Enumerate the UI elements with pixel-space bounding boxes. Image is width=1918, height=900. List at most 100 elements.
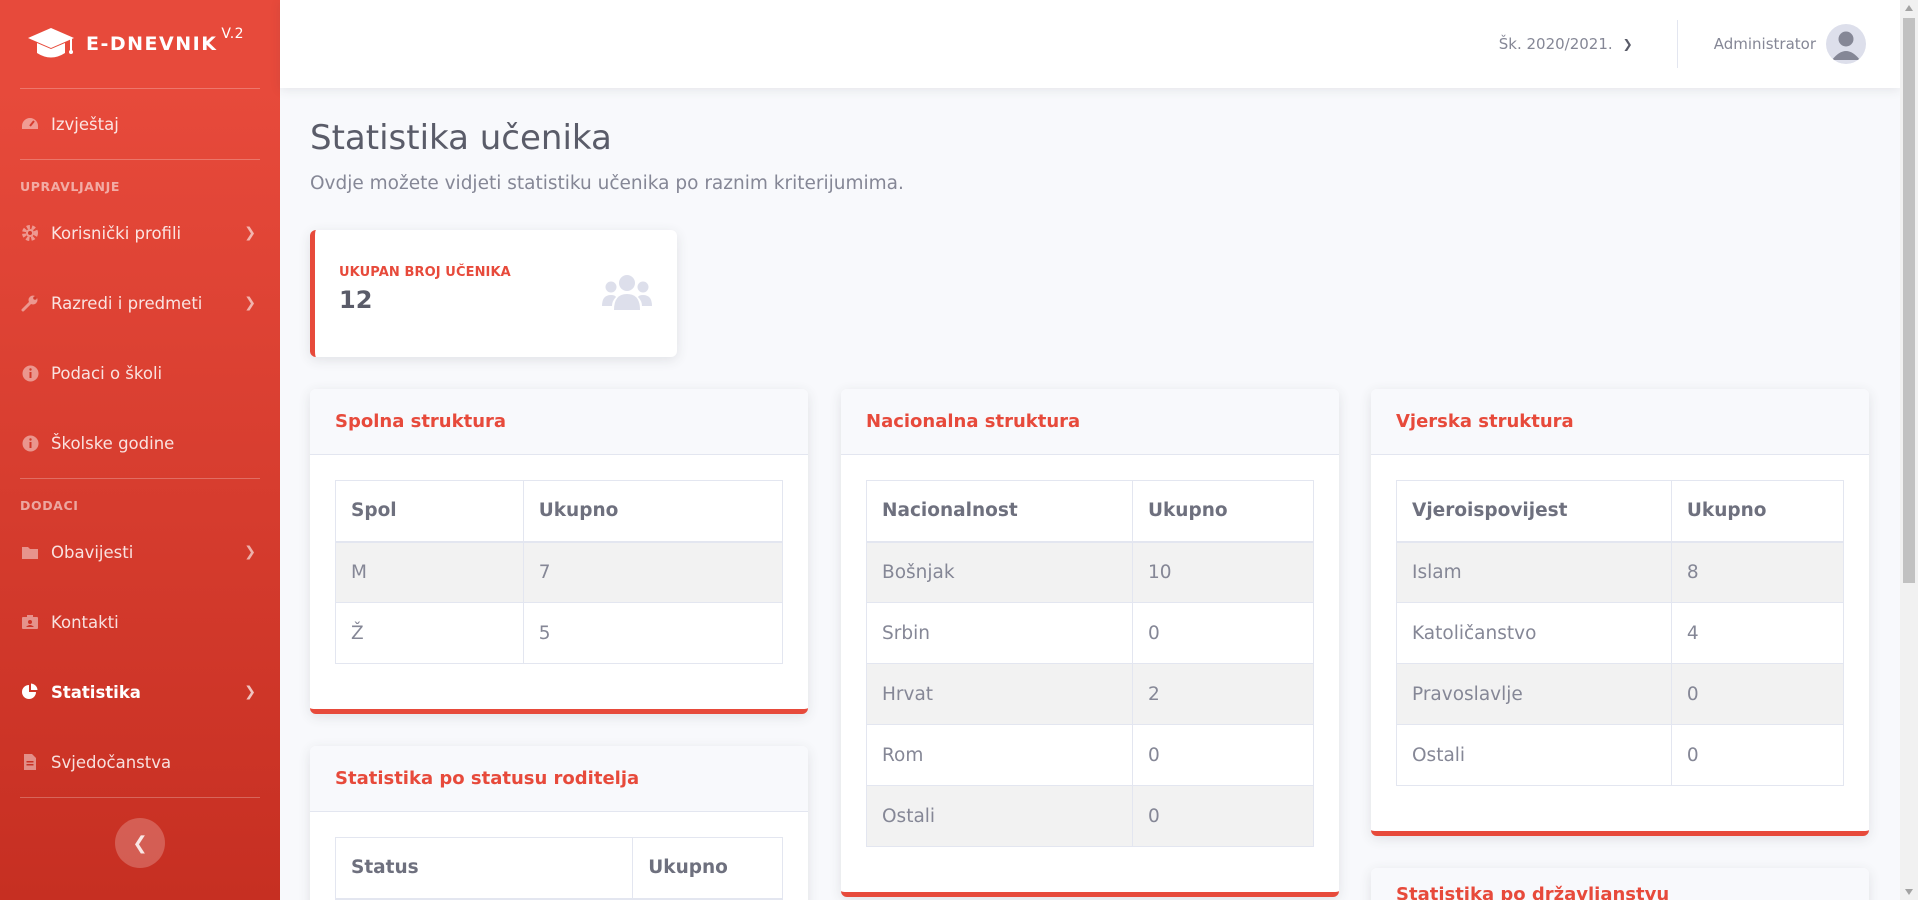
sidebar-item-label: Školske godine [51, 433, 175, 453]
avatar [1826, 24, 1866, 64]
table-cell: 0 [1670, 663, 1845, 725]
column-header: Nacionalnost [866, 480, 1133, 543]
gender-table: Spol Ukupno M 7 Ž 5 [335, 480, 784, 664]
religion-table: Vjeroispovijest Ukupno Islam 8 Katoličan… [1396, 480, 1845, 786]
brand-version: V.2 [221, 26, 245, 42]
sidebar-section-heading: DODACI [20, 498, 79, 513]
table-row: M 7 [335, 541, 784, 603]
sidebar-item-report[interactable]: Izvještaj [0, 89, 280, 159]
info-icon [20, 434, 40, 452]
table-cell: 8 [1670, 541, 1845, 603]
chevron-right-icon: ❯ [244, 684, 256, 700]
topbar-divider [1676, 20, 1678, 68]
nationality-structure-card: Nacionalna struktura Nacionalnost Ukupno… [841, 389, 1339, 897]
wrench-icon [20, 294, 40, 312]
sidebar-item-label: Korisnički profili [51, 223, 182, 243]
table-row: Ostali 0 [1396, 724, 1845, 786]
sidebar-toggle-button[interactable]: ❮ [115, 818, 165, 868]
sidebar-item-label: Statistika [51, 682, 141, 702]
school-year-selector[interactable]: Šk. 2020/2021. ❯ [1499, 35, 1633, 53]
column-header: Vjeroispovijest [1396, 480, 1672, 543]
table-cell: Rom [866, 724, 1133, 786]
folder-icon [20, 543, 40, 561]
card-title: Statistika po državljanstvu [1371, 868, 1869, 900]
column-header: Ukupno [1131, 480, 1315, 543]
table-cell: 0 [1131, 602, 1315, 664]
column-header: Status [334, 837, 634, 900]
sidebar-item-notices[interactable]: Obavijesti ❯ [0, 517, 280, 587]
citizenship-card: Statistika po državljanstvu [1371, 868, 1869, 900]
users-icon [602, 275, 652, 310]
page-title: Statistika učenika [310, 118, 612, 158]
sidebar-item-label: Razredi i predmeti [51, 293, 203, 313]
table-cell: M [335, 541, 524, 603]
table-header-row: Status Ukupno [334, 837, 783, 900]
table-header-row: Nacionalnost Ukupno [866, 480, 1315, 543]
table-row: Bošnjak 10 [866, 541, 1315, 603]
table-cell: Ž [335, 602, 524, 664]
table-cell: Pravoslavlje [1396, 663, 1672, 725]
card-title: Nacionalna struktura [841, 389, 1339, 455]
parent-status-card: Statistika po statusu roditelja Status U… [310, 746, 808, 900]
chevron-left-icon: ❮ [132, 832, 148, 854]
sidebar-item-certificates[interactable]: Svjedočanstva [0, 727, 280, 797]
chevron-right-icon: ❯ [244, 544, 256, 560]
user-menu[interactable]: Administrator [1714, 24, 1866, 64]
table-cell: 4 [1670, 602, 1845, 664]
file-icon [20, 753, 40, 771]
sidebar-section-heading: UPRAVLJANJE [20, 179, 120, 194]
table-cell: 0 [1670, 724, 1845, 786]
column-header: Ukupno [522, 480, 784, 543]
sidebar-item-label: Kontakti [51, 612, 119, 632]
table-row: Hrvat 2 [866, 663, 1315, 725]
table-cell: 2 [1131, 663, 1315, 725]
sidebar-item-user-profiles[interactable]: Korisnički profili ❯ [0, 198, 280, 268]
page-scrollbar[interactable] [1900, 0, 1918, 900]
user-name: Administrator [1713, 35, 1816, 53]
table-cell: 0 [1131, 724, 1315, 786]
school-year-label: Šk. 2020/2021. [1498, 35, 1613, 53]
brand[interactable]: E-DNEVNIK V.2 [0, 0, 280, 88]
graduation-cap-icon [28, 28, 74, 58]
pie-chart-icon [20, 683, 40, 701]
table-cell: Bošnjak [866, 541, 1133, 603]
table-row: Katoličanstvo 4 [1396, 602, 1845, 664]
table-cell: Ostali [1396, 724, 1672, 786]
table-cell: 10 [1131, 541, 1315, 603]
sidebar: E-DNEVNIK V.2 Izvještaj UPRAVLJANJE Kori… [0, 0, 280, 900]
info-icon [20, 364, 40, 382]
table-cell: Islam [1396, 541, 1672, 603]
sidebar-item-school-years[interactable]: Školske godine [0, 408, 280, 478]
user-avatar-icon [1826, 24, 1866, 64]
chevron-right-icon: ❯ [244, 295, 256, 311]
scroll-thumb[interactable] [1903, 18, 1915, 583]
cog-icon [20, 224, 40, 242]
scroll-up-arrow-icon[interactable] [1905, 5, 1913, 11]
table-cell: 0 [1131, 785, 1315, 847]
contact-icon [20, 613, 40, 631]
sidebar-item-school-info[interactable]: Podaci o školi [0, 338, 280, 408]
table-header-row: Spol Ukupno [335, 480, 784, 543]
scroll-down-arrow-icon[interactable] [1905, 889, 1913, 895]
card-title: Spolna struktura [310, 389, 808, 455]
page-subtitle: Ovdje možete vidjeti statistiku učenika … [310, 173, 904, 194]
table-cell: Hrvat [866, 663, 1133, 725]
sidebar-item-contacts[interactable]: Kontakti [0, 587, 280, 657]
sidebar-item-label: Izvještaj [51, 114, 119, 134]
sidebar-item-statistics[interactable]: Statistika ❯ [0, 657, 280, 727]
sidebar-item-label: Obavijesti [51, 542, 134, 562]
table-row: Pravoslavlje 0 [1396, 663, 1845, 725]
sidebar-item-label: Podaci o školi [51, 363, 163, 383]
chevron-right-icon: ❯ [1622, 37, 1633, 51]
table-cell: 5 [522, 602, 784, 664]
column-header: Spol [335, 480, 524, 543]
table-row: Ž 5 [335, 602, 784, 664]
nationality-table: Nacionalnost Ukupno Bošnjak 10 Srbin 0 H… [866, 480, 1315, 847]
total-students-card: UKUPAN BROJ UČENIKA 12 [310, 230, 677, 357]
table-cell: 7 [522, 541, 784, 603]
column-header: Ukupno [632, 837, 783, 900]
dashboard-icon [20, 115, 40, 133]
table-cell: Srbin [866, 602, 1133, 664]
topbar: Šk. 2020/2021. ❯ Administrator [280, 0, 1900, 88]
sidebar-item-classes-subjects[interactable]: Razredi i predmeti ❯ [0, 268, 280, 338]
